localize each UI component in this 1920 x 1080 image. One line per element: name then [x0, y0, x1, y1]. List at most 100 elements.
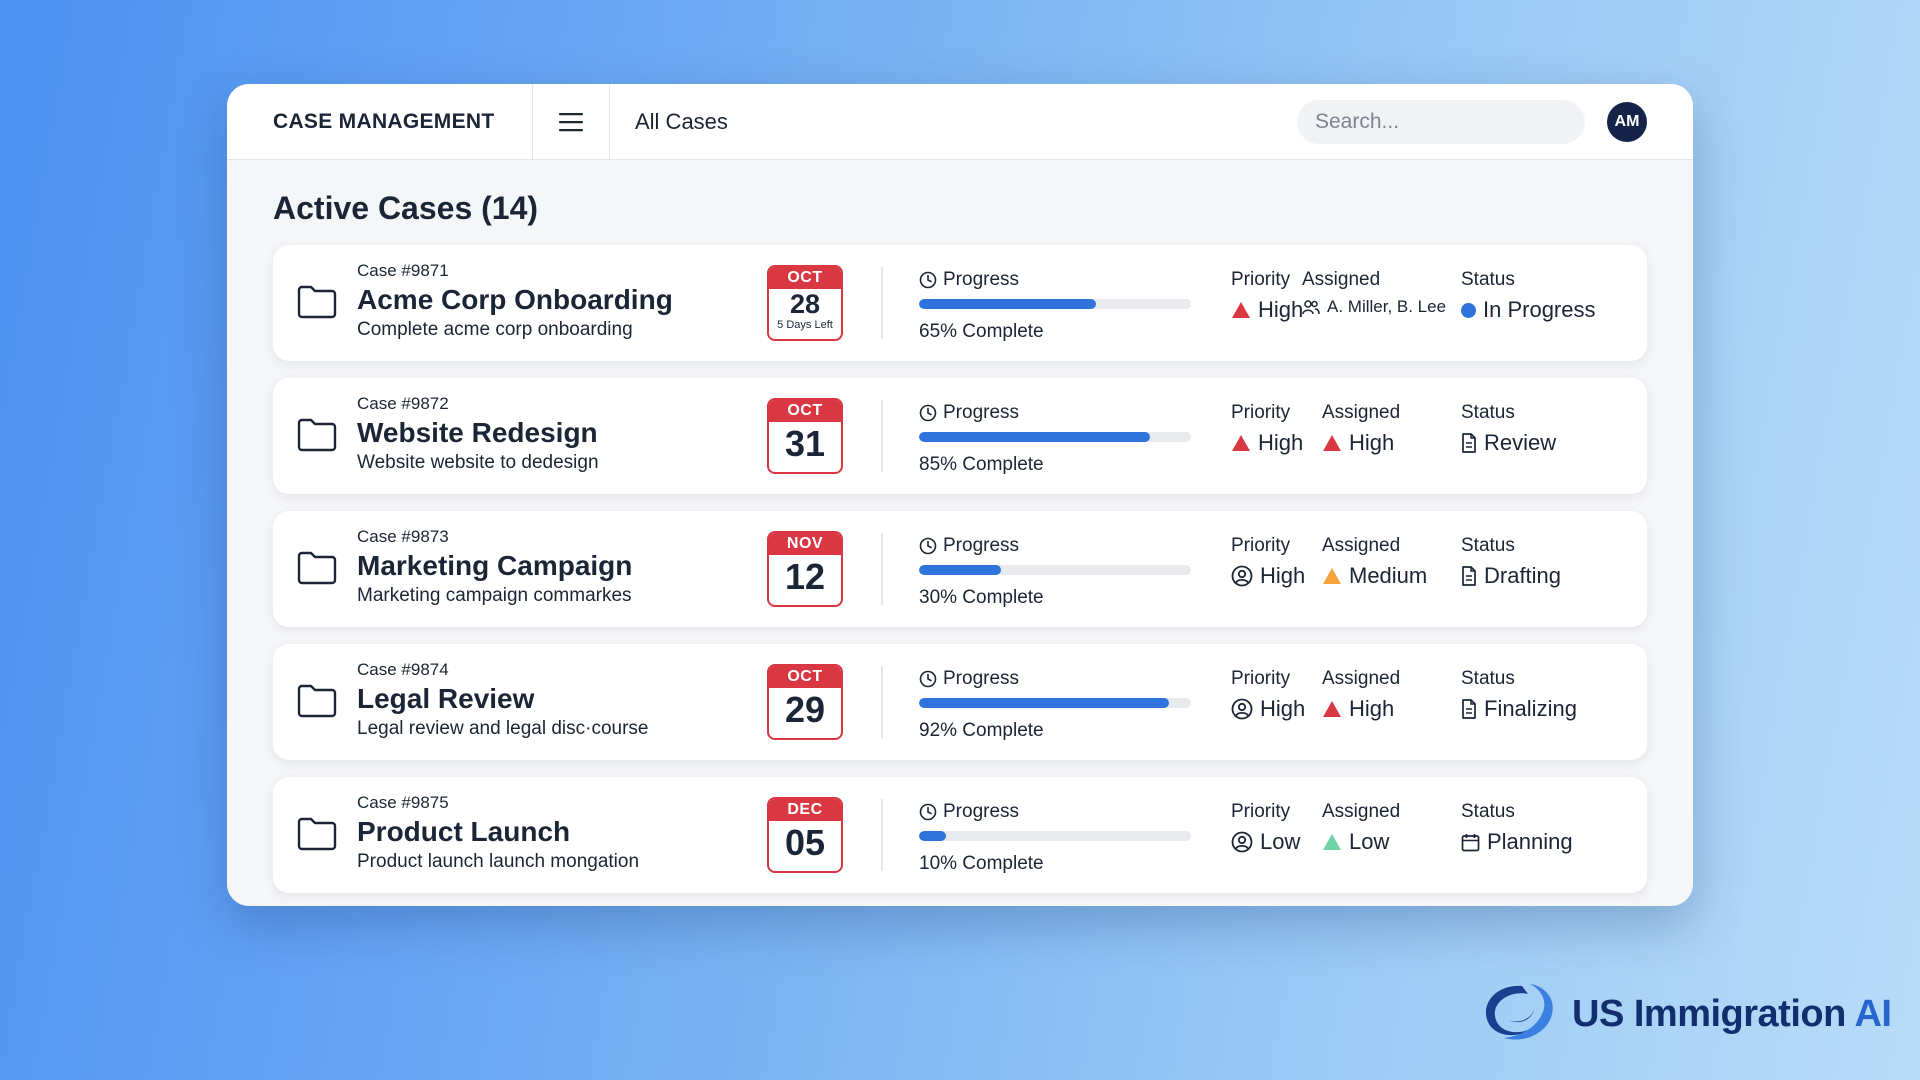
orange-triangle-icon	[1323, 568, 1341, 584]
logo-text: US Immigration AI	[1572, 992, 1892, 1036]
due-date-badge: OCT 31	[767, 398, 843, 474]
due-date-badge: NOV 12	[767, 531, 843, 607]
case-name: Product Launch	[357, 816, 571, 847]
due-date-day: 31	[784, 423, 826, 464]
green-triangle-icon	[1323, 834, 1341, 850]
case-description: Product launch launch mongation	[357, 851, 640, 872]
progress-bar	[919, 432, 1191, 442]
case-info: Case #9873 Marketing Campaign Marketing …	[357, 527, 632, 607]
due-date-month: OCT	[769, 267, 841, 289]
assigned-column: Assigned High	[1322, 668, 1400, 722]
assigned-text: High	[1349, 696, 1395, 721]
calendar-icon	[1461, 833, 1480, 851]
progress-bar-fill	[919, 831, 947, 841]
status-value: Finalizing	[1461, 696, 1577, 722]
case-info: Case #9872 Website Redesign Website webs…	[357, 394, 599, 474]
case-name: Marketing Campaign	[357, 550, 633, 581]
status-value: Planning	[1461, 829, 1573, 855]
divider	[881, 400, 883, 472]
red-triangle-icon	[1232, 302, 1250, 318]
progress-section: Progress 92% Complete	[919, 668, 1191, 742]
assigned-column: Assigned Low	[1322, 801, 1400, 855]
progress-label: Progress	[919, 269, 1191, 291]
status-text: Drafting	[1484, 563, 1562, 588]
folder-icon	[297, 285, 337, 319]
folder-icon	[297, 418, 337, 452]
assigned-value: Low	[1322, 829, 1400, 855]
folder-icon	[297, 684, 337, 718]
progress-bar-fill	[919, 698, 1170, 708]
due-date-day: 29	[784, 689, 826, 730]
progress-label: Progress	[919, 402, 1191, 424]
case-card[interactable]: Case #9875 Product Launch Product launch…	[273, 777, 1647, 893]
priority-label: Priority	[1231, 801, 1291, 822]
due-date-badge: OCT 29	[767, 664, 843, 740]
case-card[interactable]: Case #9873 Marketing Campaign Marketing …	[273, 511, 1647, 627]
priority-value: High	[1231, 430, 1303, 456]
due-date-day: 28	[789, 289, 821, 319]
priority-text: High	[1260, 696, 1306, 721]
assigned-label: Assigned	[1302, 269, 1381, 290]
progress-text: 85% Complete	[919, 454, 1044, 475]
divider	[881, 267, 883, 339]
progress-bar	[919, 831, 1191, 841]
status-column: Status In Progress	[1461, 269, 1596, 323]
brand-title: CASE MANAGEMENT	[227, 84, 533, 159]
progress-label-text: Progress	[943, 801, 1020, 822]
nav-title: All Cases	[635, 108, 728, 134]
app-window: CASE MANAGEMENT All Cases AM Active Case…	[227, 84, 1693, 906]
hamburger-icon	[559, 112, 583, 131]
progress-text: 65% Complete	[919, 321, 1044, 342]
progress-text: 30% Complete	[919, 587, 1044, 608]
folder-icon	[297, 551, 337, 585]
logo-name: US Immigration	[1572, 992, 1846, 1035]
menu-button[interactable]	[533, 84, 610, 159]
clock-icon	[919, 404, 937, 422]
case-description: Website website to dedesign	[357, 452, 599, 473]
priority-label: Priority	[1231, 668, 1291, 689]
priority-label: Priority	[1231, 402, 1291, 423]
assigned-label: Assigned	[1322, 801, 1401, 822]
priority-value: High	[1231, 563, 1305, 589]
assigned-text: Medium	[1349, 563, 1428, 588]
case-card[interactable]: Case #9871 Acme Corp Onboarding Complete…	[273, 245, 1647, 361]
assigned-label: Assigned	[1322, 535, 1401, 556]
case-name: Legal Review	[357, 683, 535, 714]
status-label: Status	[1461, 535, 1515, 556]
progress-section: Progress 10% Complete	[919, 801, 1191, 875]
progress-section: Progress 85% Complete	[919, 402, 1191, 476]
case-id: Case #9874	[357, 660, 449, 679]
status-value: In Progress	[1461, 297, 1596, 323]
due-date-badge: OCT 28 5 Days Left	[767, 265, 843, 341]
due-date-month: NOV	[769, 533, 841, 555]
search-input[interactable]	[1297, 99, 1585, 144]
assigned-text: Low	[1349, 829, 1390, 854]
assigned-column: Assigned Medium	[1322, 535, 1427, 589]
priority-column: Priority High	[1231, 269, 1303, 323]
priority-label: Priority	[1231, 269, 1291, 290]
due-date-badge: DEC 05	[767, 797, 843, 873]
case-list: Case #9871 Acme Corp Onboarding Complete…	[273, 245, 1647, 893]
logo-suffix: AI	[1854, 992, 1892, 1035]
status-column: Status Finalizing	[1461, 668, 1577, 722]
due-date-month: DEC	[769, 799, 841, 821]
case-card[interactable]: Case #9872 Website Redesign Website webs…	[273, 378, 1647, 494]
status-label: Status	[1461, 402, 1515, 423]
status-value: Review	[1461, 430, 1556, 456]
divider	[881, 666, 883, 738]
due-date-month: OCT	[769, 666, 841, 688]
document-icon	[1462, 699, 1476, 719]
document-icon	[1462, 566, 1476, 586]
avatar[interactable]: AM	[1607, 101, 1647, 142]
status-column: Status Planning	[1461, 801, 1573, 855]
case-name: Acme Corp Onboarding	[357, 284, 673, 315]
main-content: Active Cases (14) Case #9871 Acme Corp O…	[227, 160, 1693, 893]
case-card[interactable]: Case #9874 Legal Review Legal review and…	[273, 644, 1647, 760]
top-bar: CASE MANAGEMENT All Cases AM	[227, 84, 1693, 160]
red-triangle-icon	[1323, 701, 1341, 717]
progress-label: Progress	[919, 668, 1191, 690]
assigned-text: A. Miller, B. Lee	[1327, 297, 1447, 316]
assigned-value: High	[1322, 696, 1400, 722]
user-circle-icon	[1231, 698, 1253, 720]
user-circle-icon	[1231, 565, 1253, 587]
